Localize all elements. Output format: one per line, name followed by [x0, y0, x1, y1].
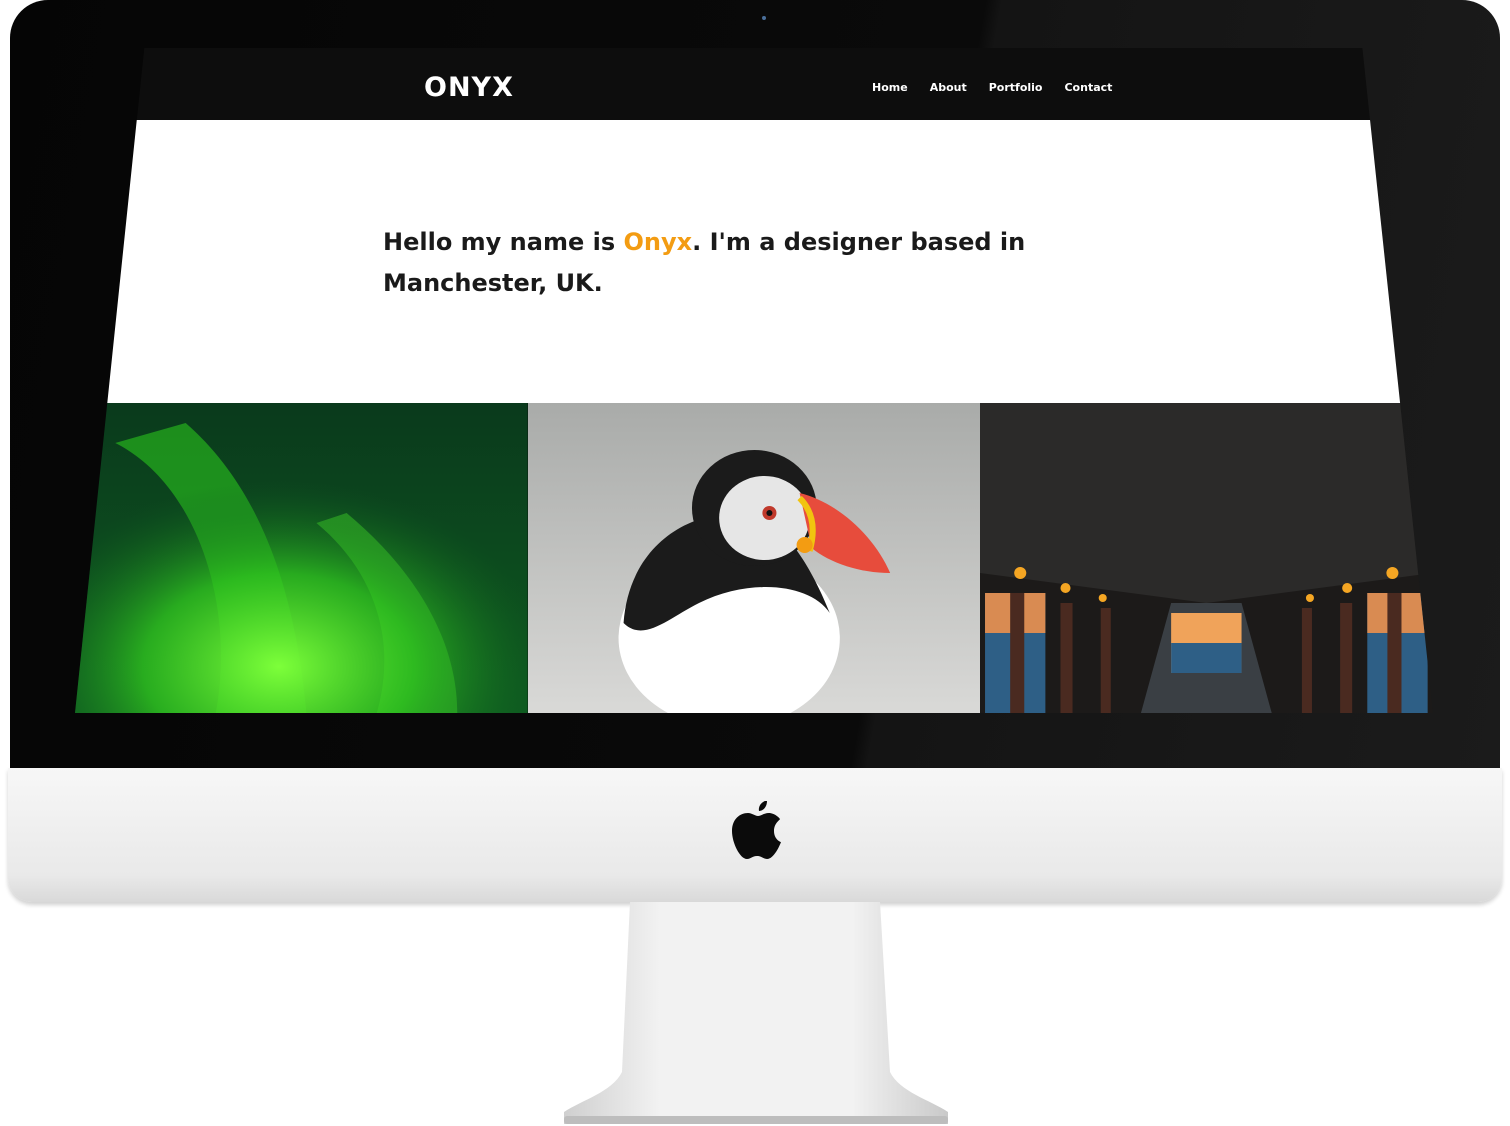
- hero-intro: Hello my name is Onyx. I'm a designer ba…: [383, 222, 1043, 304]
- camera-icon: [762, 16, 766, 20]
- nav-home-link[interactable]: Home: [872, 81, 908, 94]
- nav-about-link[interactable]: About: [930, 81, 967, 94]
- website-screen: ONYX Home About Portfolio Contact Hello …: [75, 48, 1433, 713]
- pier-image: [980, 403, 1433, 713]
- hero-section: Hello my name is Onyx. I'm a designer ba…: [75, 120, 1433, 403]
- main-nav: Home About Portfolio Contact: [872, 81, 1112, 94]
- gallery-image-pier[interactable]: [980, 403, 1433, 713]
- gallery-image-aurora[interactable]: [75, 403, 528, 713]
- gallery-image-puffin[interactable]: [527, 403, 981, 713]
- puffin-image: [527, 403, 981, 713]
- portfolio-gallery: [75, 403, 1433, 713]
- imac-stand: [564, 902, 948, 1124]
- aurora-image: [75, 403, 528, 713]
- site-header: ONYX Home About Portfolio Contact: [75, 48, 1433, 120]
- apple-icon: [732, 801, 781, 859]
- nav-portfolio-link[interactable]: Portfolio: [989, 81, 1043, 94]
- hero-name-highlight: Onyx: [623, 228, 693, 256]
- nav-contact-link[interactable]: Contact: [1064, 81, 1112, 94]
- site-logo[interactable]: ONYX: [424, 72, 514, 103]
- hero-text-before: Hello my name is: [383, 228, 624, 256]
